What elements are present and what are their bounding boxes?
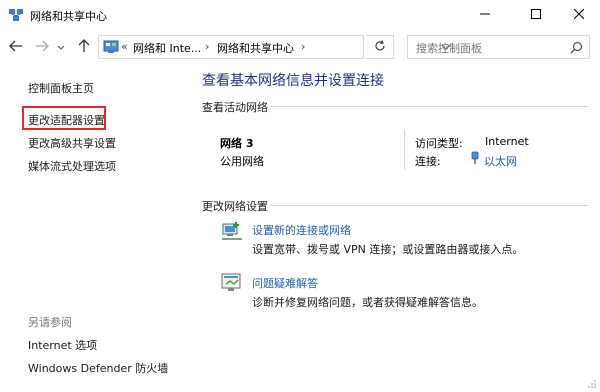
section-divider <box>270 205 588 206</box>
troubleshoot-icon <box>220 272 244 294</box>
breadcrumb-overflow[interactable]: « <box>121 40 128 53</box>
refresh-icon <box>374 39 386 55</box>
sidebar-link-media-streaming-options[interactable]: 媒体流式处理选项 <box>28 158 116 174</box>
breadcrumb-item-network-internet[interactable]: 网络和 Inte... <box>133 40 201 56</box>
search-icon[interactable] <box>570 41 583 54</box>
maximize-icon <box>531 8 541 22</box>
see-also-heading: 另请参阅 <box>28 316 72 329</box>
sidebar-link-advanced-sharing-settings[interactable]: 更改高级共享设置 <box>28 135 116 151</box>
ethernet-icon <box>470 151 480 165</box>
breadcrumb-item-network-sharing[interactable]: 网络和共享中心 <box>217 40 294 56</box>
close-icon <box>573 8 585 22</box>
minimize-icon <box>480 9 490 22</box>
task-link-new-connection[interactable]: 设置新的连接或网络 <box>252 222 351 238</box>
address-bar[interactable]: « 网络和 Inte... › 网络和共享中心 › <box>98 35 451 59</box>
sidebar-link-change-adapter-settings[interactable]: 更改适配器设置 <box>28 112 105 128</box>
maximize-button[interactable] <box>513 0 559 30</box>
recent-locations-button[interactable] <box>56 38 66 56</box>
access-type-label: 访问类型: <box>415 137 463 150</box>
task-description-new-connection: 设置宽带、拨号或 VPN 连接；或设置路由器或接入点。 <box>252 243 524 256</box>
new-connection-icon <box>220 221 244 243</box>
ethernet-connection-link[interactable]: 以太网 <box>484 153 517 169</box>
change-settings-heading: 更改网络设置 <box>202 200 268 213</box>
breadcrumb-separator[interactable]: › <box>205 40 209 53</box>
sidebar-link-control-panel-home[interactable]: 控制面板主页 <box>28 80 94 96</box>
refresh-button[interactable] <box>366 35 394 59</box>
window-title: 网络和共享中心 <box>30 10 107 23</box>
close-button[interactable] <box>556 0 600 30</box>
arrow-left-icon <box>9 40 23 55</box>
up-button[interactable] <box>76 38 92 56</box>
minimize-button[interactable] <box>462 0 508 30</box>
active-networks-heading: 查看活动网络 <box>202 101 268 114</box>
back-button[interactable] <box>8 38 24 56</box>
resize-grip-icon[interactable] <box>587 379 597 389</box>
see-also-link-internet-options[interactable]: Internet 选项 <box>28 337 97 353</box>
vertical-divider <box>404 130 405 170</box>
connections-label: 连接: <box>415 155 441 168</box>
control-panel-icon <box>103 40 119 54</box>
search-input[interactable]: 搜索控制面板 <box>416 40 482 56</box>
task-description-troubleshoot: 诊断并修复网络问题，或者获得疑难解答信息。 <box>252 296 483 309</box>
arrow-up-icon <box>78 38 90 56</box>
network-sharing-icon <box>8 7 24 23</box>
access-type-value: Internet <box>485 135 529 148</box>
network-category[interactable]: 公用网络 <box>220 153 264 169</box>
task-link-troubleshoot[interactable]: 问题疑难解答 <box>252 275 318 291</box>
page-title: 查看基本网络信息并设置连接 <box>202 73 384 89</box>
forward-button[interactable] <box>34 38 50 56</box>
breadcrumb-separator[interactable]: › <box>301 40 305 53</box>
title-bar: 网络和共享中心 <box>0 0 600 30</box>
section-divider <box>270 106 588 107</box>
arrow-right-icon <box>35 40 49 55</box>
chevron-down-icon <box>57 41 65 54</box>
search-box[interactable]: 搜索控制面板 <box>407 35 590 59</box>
network-name: 网络 3 <box>220 137 254 150</box>
see-also-link-defender-firewall[interactable]: Windows Defender 防火墙 <box>28 360 168 376</box>
